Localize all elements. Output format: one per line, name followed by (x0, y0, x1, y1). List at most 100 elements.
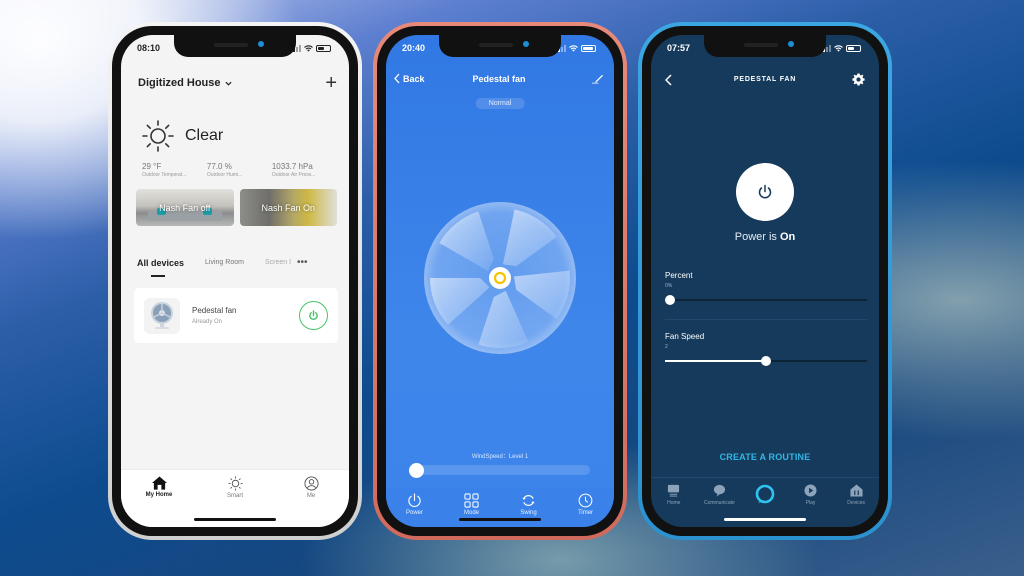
chevron-left-icon[interactable] (665, 73, 672, 86)
scene-nash-fan-on[interactable]: Nash Fan On (239, 189, 337, 226)
power-status-state: On (779, 231, 796, 243)
wind-speed-slider[interactable] (409, 463, 590, 478)
home-indicator[interactable] (724, 518, 806, 521)
add-button[interactable]: + (325, 73, 337, 93)
device-status: Already On (192, 319, 223, 325)
timer-button[interactable]: Timer (563, 493, 608, 527)
tab-home[interactable]: Home (651, 484, 696, 527)
chevron-left-icon (394, 73, 400, 84)
device-power-button[interactable] (299, 301, 328, 330)
home-icon (668, 484, 680, 497)
tab-all-devices[interactable]: All devices (137, 258, 184, 268)
control-label: Fan Speed (665, 332, 705, 341)
device-card[interactable]: Pedestal fan Already On (134, 288, 338, 343)
notch (439, 35, 561, 57)
slider-fill (665, 360, 766, 362)
slider-knob[interactable] (761, 356, 771, 366)
fan-speed-control: Fan Speed 2 (665, 332, 867, 366)
divider (665, 319, 867, 320)
active-tab-indicator (151, 275, 165, 277)
control-label: Percent (665, 271, 693, 280)
stat-value: 1033.7 hPa (271, 162, 313, 171)
tab-me[interactable]: Me (281, 476, 341, 527)
fan-hub (489, 267, 511, 289)
power-status: Power is On (651, 231, 879, 243)
weather-stats: 29 °F Outdoor Temperat... 77.0 % Outdoor… (142, 162, 337, 178)
battery-icon (846, 44, 861, 52)
wifi-icon (834, 44, 843, 52)
tab-label: Me (306, 493, 316, 499)
tab-label: My Home (145, 492, 173, 498)
play-icon (804, 484, 817, 497)
back-label: Back (403, 73, 425, 84)
wifi-icon (304, 44, 313, 52)
alexa-icon (755, 484, 775, 504)
power-button[interactable]: Power (392, 493, 437, 527)
notch (704, 35, 826, 57)
battery-icon (581, 44, 596, 52)
power-icon (309, 310, 318, 320)
more-icon[interactable]: ••• (297, 257, 308, 268)
sun-icon (142, 120, 174, 152)
clock-icon (578, 493, 593, 508)
tab-label: Home (667, 500, 681, 506)
control-label: Timer (577, 510, 594, 516)
chat-icon (713, 484, 725, 497)
status-time: 20:40 (402, 43, 426, 53)
percent-slider[interactable] (665, 295, 867, 305)
nav-bar: PEDESTAL FAN (665, 73, 865, 86)
home-icon (151, 476, 167, 490)
devices-icon (850, 484, 863, 497)
fan-visual (424, 202, 576, 354)
fan-speed-slider[interactable] (665, 356, 867, 366)
tab-screen[interactable]: Screen I (265, 259, 291, 266)
tab-my-home[interactable]: My Home (129, 476, 189, 527)
create-routine-button[interactable]: CREATE A ROUTINE (651, 452, 879, 462)
chevron-down-icon (224, 81, 232, 86)
power-icon (408, 493, 421, 507)
wind-speed-knob[interactable] (409, 463, 424, 478)
mode-button[interactable]: Mode (449, 493, 494, 527)
stat-value: 77.0 % (206, 162, 232, 171)
wifi-icon (569, 44, 578, 52)
scene-list: Nash Fan off Nash Fan On (136, 189, 337, 226)
power-status-prefix: Power is (734, 231, 780, 243)
edit-icon[interactable] (591, 73, 604, 84)
status-time: 07:57 (667, 43, 691, 53)
stat-label: Outdoor Humi... (206, 172, 243, 178)
power-icon (758, 184, 772, 199)
swing-button[interactable]: Swing (506, 493, 551, 527)
swing-icon (522, 495, 535, 506)
phone-alexa: 07:57 PEDESTAL FAN Power is On Percent 0… (638, 22, 892, 540)
control-label: Mode (463, 510, 479, 516)
grid-icon (464, 493, 479, 508)
gear-icon[interactable] (852, 73, 865, 86)
stat-temperature: 29 °F Outdoor Temperat... (142, 162, 207, 178)
fan-thumbnail (144, 297, 180, 334)
slider-knob[interactable] (665, 295, 675, 305)
home-indicator[interactable] (194, 518, 276, 521)
scene-nash-fan-off[interactable]: Nash Fan off (136, 189, 234, 226)
control-value: 2 (665, 344, 668, 350)
control-bar: Power Mode Swing Timer (386, 487, 614, 527)
home-selector[interactable]: Digitized House (138, 77, 232, 89)
battery-icon (316, 44, 331, 52)
phone-smart-life: 08:10 Digitized House + Clear 29 °F Outd… (108, 22, 362, 540)
power-toggle-button[interactable] (736, 163, 794, 221)
fan-control-screen: 20:40 Back Pedestal fan Normal WindSpeed… (386, 35, 614, 527)
back-button[interactable]: Back (394, 73, 425, 84)
tab-devices[interactable]: Devices (834, 484, 879, 527)
phone-fan-control: 20:40 Back Pedestal fan Normal WindSpeed… (373, 22, 627, 540)
page-title: PEDESTAL FAN (733, 76, 797, 83)
tab-label: Smart (226, 493, 243, 499)
mode-badge: Normal (475, 98, 525, 109)
scene-label: Nash Fan On (261, 202, 316, 213)
stat-label: Outdoor Temperat... (142, 172, 187, 178)
tab-living-room[interactable]: Living Room (205, 259, 244, 266)
control-value: 0% (665, 283, 673, 289)
nav-bar: Back Pedestal fan (394, 73, 604, 84)
tab-label: Devices (847, 500, 866, 506)
smart-life-screen: 08:10 Digitized House + Clear 29 °F Outd… (121, 35, 349, 527)
control-label: Swing (520, 510, 537, 516)
home-indicator[interactable] (459, 518, 541, 521)
